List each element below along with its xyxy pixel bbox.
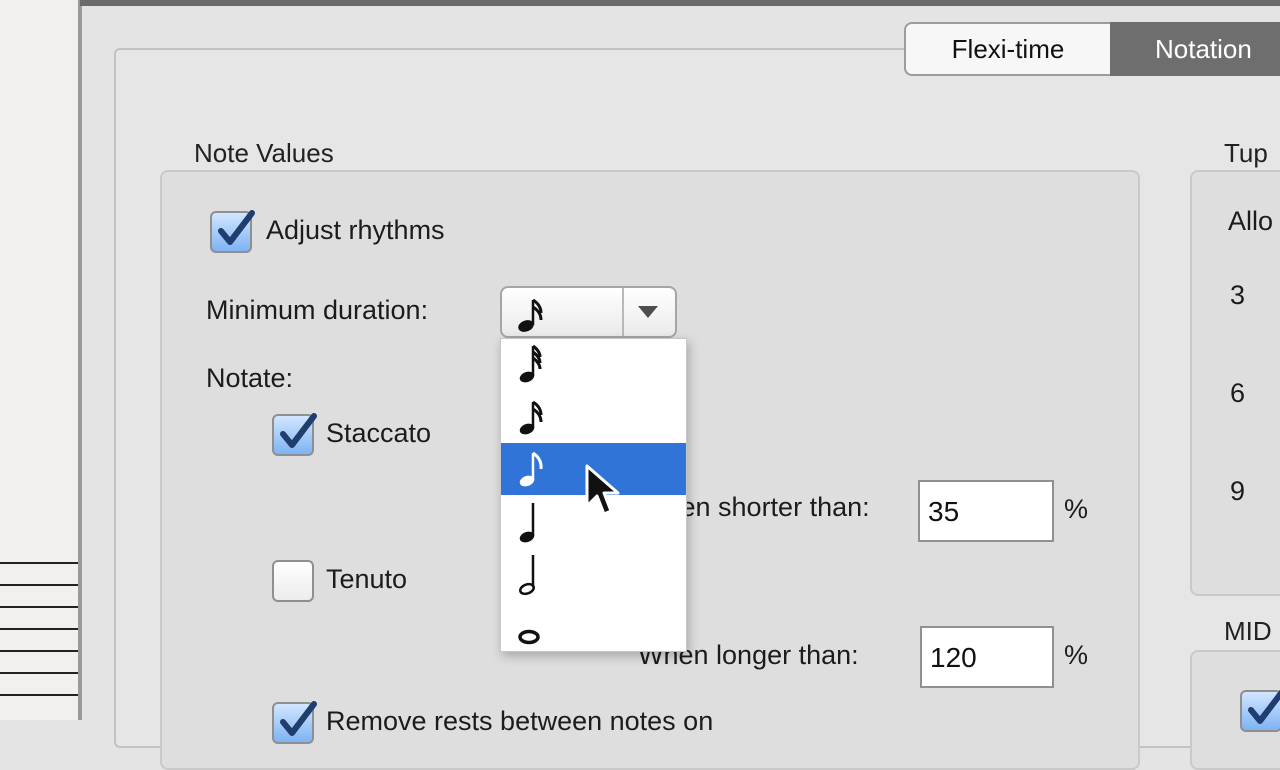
eighth-note-icon — [519, 451, 543, 487]
score-background — [0, 0, 80, 720]
tenuto-checkbox[interactable] — [272, 560, 314, 602]
midi-title: MID — [1222, 616, 1274, 647]
staff-line — [0, 650, 80, 652]
note-values-title: Note Values — [192, 138, 336, 169]
remove-rests-label: Remove rests between notes on — [326, 706, 714, 736]
percent-unit: % — [1064, 494, 1089, 524]
menu-item-half-note[interactable] — [501, 547, 686, 599]
tuplets-allow-label: Allo — [1228, 206, 1274, 236]
sixteenth-note-icon — [510, 292, 554, 341]
tab-label: Notation — [1155, 33, 1252, 64]
staff-line — [0, 628, 80, 630]
checkmark-icon — [218, 210, 255, 245]
remove-rests-checkbox[interactable] — [272, 701, 317, 744]
tab-flexi-time[interactable]: Flexi-time — [904, 22, 1110, 76]
staccato-threshold-input[interactable]: 35 — [918, 480, 1054, 542]
half-note-icon — [518, 555, 536, 596]
chevron-down-icon — [638, 306, 658, 318]
tuplet-value: 3 — [1230, 280, 1246, 310]
tuplets-title: Tup — [1222, 138, 1270, 169]
staff-line — [0, 606, 80, 608]
percent-unit: % — [1064, 640, 1089, 670]
tuplet-value: 6 — [1230, 378, 1246, 408]
staccato-label: Staccato — [326, 418, 432, 448]
adjust-rhythms-label: Adjust rhythms — [266, 215, 445, 245]
minimum-duration-popup[interactable] — [500, 286, 677, 338]
menu-item-sixteenth-note[interactable] — [501, 391, 686, 443]
staccato-checkbox[interactable] — [272, 413, 317, 456]
tab-notation[interactable]: Notation — [1110, 22, 1280, 76]
tenuto-threshold-input[interactable]: 120 — [920, 626, 1054, 688]
notate-label: Notate: — [206, 363, 294, 393]
checkmark-icon — [280, 413, 317, 448]
thirty-second-note-icon — [519, 344, 542, 383]
window-top-bar — [80, 0, 1280, 6]
menu-item-thirty-second-note[interactable] — [501, 339, 686, 391]
menu-item-whole-note[interactable] — [501, 599, 686, 651]
staff-line — [0, 584, 80, 586]
tab-label: Flexi-time — [951, 33, 1065, 64]
window-edge — [78, 0, 82, 720]
staff-line — [0, 672, 80, 674]
quarter-note-icon — [519, 503, 535, 543]
whole-note-icon — [518, 629, 540, 645]
midi-checkbox[interactable] — [1240, 689, 1280, 732]
adjust-rhythms-checkbox[interactable] — [210, 210, 255, 253]
popup-divider — [622, 288, 624, 336]
mouse-cursor-icon — [584, 464, 624, 525]
minimum-duration-label: Minimum duration: — [206, 295, 429, 325]
staff-line — [0, 562, 80, 564]
tuplet-value: 9 — [1230, 476, 1246, 506]
checkmark-icon — [1248, 689, 1280, 724]
tenuto-label: Tenuto — [326, 564, 408, 594]
sixteenth-note-icon — [519, 400, 543, 435]
staff-line — [0, 694, 80, 696]
checkmark-icon — [280, 701, 317, 736]
